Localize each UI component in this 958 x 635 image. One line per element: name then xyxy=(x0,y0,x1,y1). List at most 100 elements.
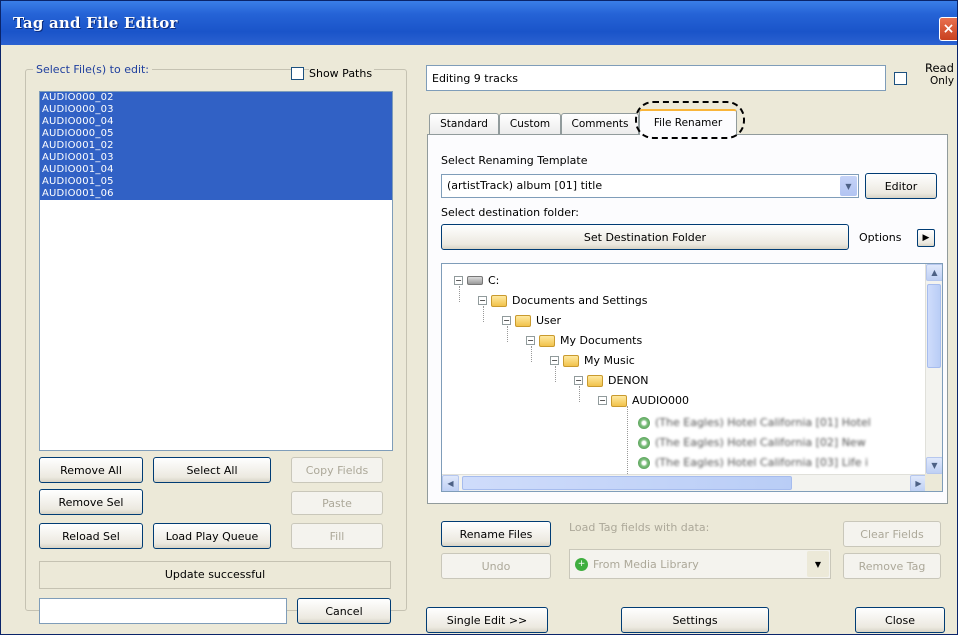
collapse-icon[interactable]: − xyxy=(454,276,463,285)
load-source-value: From Media Library xyxy=(593,557,699,571)
read-only-label-read: Read xyxy=(925,61,954,75)
remove-tag-button[interactable]: Remove Tag xyxy=(843,553,941,579)
tab-comments[interactable]: Comments xyxy=(561,113,639,134)
clear-fields-button[interactable]: Clear Fields xyxy=(843,521,941,547)
renaming-template-label: Select Renaming Template xyxy=(441,154,588,167)
editing-tracks-field: Editing 9 tracks xyxy=(426,65,886,91)
read-only-label-only: Only xyxy=(930,75,955,87)
highlight-annotation xyxy=(635,101,745,139)
chevron-down-icon[interactable]: ▼ xyxy=(807,551,829,577)
editor-button[interactable]: Editor xyxy=(865,173,937,199)
settings-button[interactable]: Settings xyxy=(621,607,769,633)
tree-line xyxy=(531,346,532,362)
tree-node-track[interactable]: (The Eagles) Hotel California [03] Life … xyxy=(638,456,868,469)
show-paths-label: Show Paths xyxy=(309,67,375,80)
renaming-template-select[interactable]: (artistTrack) album [01] title ▼ xyxy=(441,174,859,198)
scrollbar-corner xyxy=(925,474,942,491)
collapse-icon[interactable]: − xyxy=(502,316,511,325)
select-files-label: Select File(s) to edit: xyxy=(33,63,153,76)
paste-button[interactable]: Paste xyxy=(291,491,383,515)
load-play-queue-button[interactable]: Load Play Queue xyxy=(153,523,271,549)
collapse-icon[interactable]: − xyxy=(526,336,535,345)
tree-node-track[interactable]: (The Eagles) Hotel California [01] Hotel xyxy=(638,416,871,429)
tree-node-label: My Documents xyxy=(560,334,643,347)
file-list-item[interactable]: AUDIO001_05 xyxy=(40,176,392,188)
add-icon: + xyxy=(575,557,588,571)
tab-standard[interactable]: Standard xyxy=(429,113,499,134)
file-list-item[interactable]: AUDIO001_02 xyxy=(40,140,392,152)
scroll-left-icon[interactable]: ◀ xyxy=(442,475,459,491)
tree-node-label: (The Eagles) Hotel California [03] Life … xyxy=(655,456,869,469)
window-title: Tag and File Editor xyxy=(13,14,178,32)
undo-button[interactable]: Undo xyxy=(441,553,551,579)
file-list-item[interactable]: AUDIO000_04 xyxy=(40,116,392,128)
tree-node-my-music[interactable]: − My Music xyxy=(550,354,635,367)
folder-icon xyxy=(515,314,531,327)
options-arrow-icon[interactable]: ▶ xyxy=(917,229,935,247)
file-list-item[interactable]: AUDIO001_03 xyxy=(40,152,392,164)
file-list-item[interactable]: AUDIO000_05 xyxy=(40,128,392,140)
load-source-select[interactable]: + From Media Library ▼ xyxy=(569,549,831,579)
reload-sel-button[interactable]: Reload Sel xyxy=(39,523,143,549)
tag-and-file-editor-window: Tag and File Editor × Select File(s) to … xyxy=(0,0,958,635)
tree-horizontal-scrollbar[interactable]: ◀ ▶ xyxy=(442,474,927,491)
audio-file-icon xyxy=(638,456,650,469)
scroll-up-icon[interactable]: ▲ xyxy=(926,264,942,281)
tree-node-user[interactable]: − User xyxy=(502,314,561,327)
remove-sel-button[interactable]: Remove Sel xyxy=(39,489,143,515)
tree-line xyxy=(483,306,484,322)
folder-icon xyxy=(611,394,627,407)
tree-node-my-documents[interactable]: − My Documents xyxy=(526,334,642,347)
drive-icon xyxy=(467,276,483,285)
tree-node-audio000[interactable]: − AUDIO000 xyxy=(598,394,689,407)
folder-tree[interactable]: − C: − Documents and Settings − User − M… xyxy=(441,263,943,492)
tree-node-denon[interactable]: − DENON xyxy=(574,374,649,387)
collapse-icon[interactable]: − xyxy=(574,376,583,385)
scroll-down-icon[interactable]: ▼ xyxy=(926,457,942,474)
tree-node-drive[interactable]: − C: xyxy=(454,274,499,287)
show-paths-checkbox[interactable] xyxy=(291,67,304,80)
scroll-thumb[interactable] xyxy=(927,284,941,368)
status-text: Update successful xyxy=(39,561,391,589)
close-button[interactable]: Close xyxy=(855,607,945,633)
file-list-item[interactable]: AUDIO001_04 xyxy=(40,164,392,176)
collapse-icon[interactable]: − xyxy=(598,396,607,405)
tree-node-documents-and-settings[interactable]: − Documents and Settings xyxy=(478,294,648,307)
tree-node-label: (The Eagles) Hotel California [01] Hotel xyxy=(655,416,871,429)
close-window-icon[interactable]: × xyxy=(939,17,957,41)
tree-line xyxy=(627,406,628,476)
load-tag-fields-label: Load Tag fields with data: xyxy=(569,521,710,534)
file-list-item[interactable]: AUDIO000_02 xyxy=(40,92,392,104)
tab-custom[interactable]: Custom xyxy=(499,113,561,134)
collapse-icon[interactable]: − xyxy=(550,356,559,365)
cancel-button[interactable]: Cancel xyxy=(297,598,391,624)
destination-folder-label: Select destination folder: xyxy=(441,206,580,219)
collapse-icon[interactable]: − xyxy=(478,296,487,305)
tree-vertical-scrollbar[interactable]: ▲ ▼ xyxy=(925,264,942,474)
chevron-down-icon[interactable]: ▼ xyxy=(840,176,857,196)
select-all-button[interactable]: Select All xyxy=(153,457,271,483)
remove-all-button[interactable]: Remove All xyxy=(39,457,143,483)
tree-node-track[interactable]: (The Eagles) Hotel California [02] New xyxy=(638,436,866,449)
tree-node-label: DENON xyxy=(608,374,649,387)
tree-node-label: (The Eagles) Hotel California [02] New xyxy=(655,436,866,449)
folder-icon xyxy=(491,294,507,307)
copy-fields-button[interactable]: Copy Fields xyxy=(291,457,383,483)
single-edit-button[interactable]: Single Edit >> xyxy=(426,607,548,633)
tree-node-label: C: xyxy=(488,274,500,287)
file-list-item[interactable]: AUDIO000_03 xyxy=(40,104,392,116)
tree-node-label: User xyxy=(536,314,562,327)
read-only-checkbox[interactable] xyxy=(894,72,907,85)
tree-node-label: AUDIO000 xyxy=(632,394,689,407)
file-list-item[interactable]: AUDIO001_06 xyxy=(40,188,392,200)
fill-button[interactable]: Fill xyxy=(291,523,383,549)
tree-line xyxy=(459,286,460,302)
filter-input[interactable] xyxy=(39,598,287,624)
set-destination-folder-button[interactable]: Set Destination Folder xyxy=(441,224,849,250)
title-bar[interactable]: Tag and File Editor × xyxy=(1,1,957,45)
tree-line xyxy=(555,366,556,382)
file-list[interactable]: AUDIO000_02 AUDIO000_03 AUDIO000_04 AUDI… xyxy=(39,91,393,451)
tree-line xyxy=(579,386,580,402)
scroll-thumb[interactable] xyxy=(462,476,792,490)
rename-files-button[interactable]: Rename Files xyxy=(441,521,551,547)
